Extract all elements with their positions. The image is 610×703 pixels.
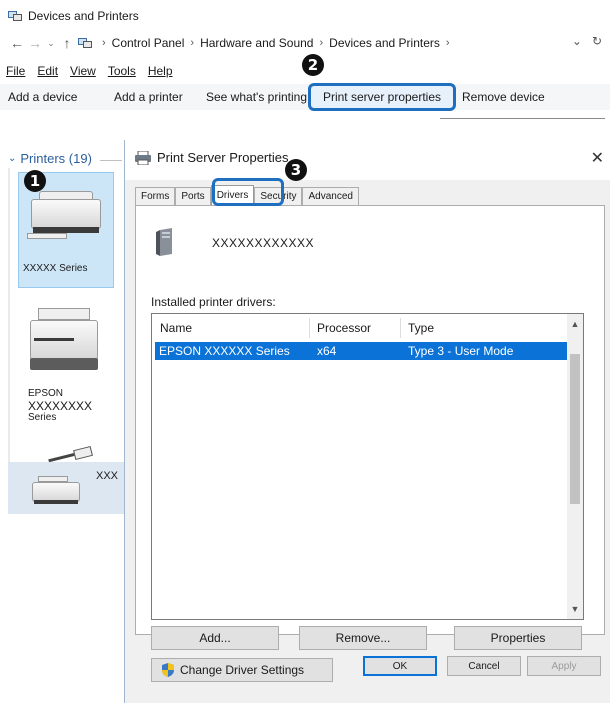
printer-tile-label: EPSON XXXXXXXX Series	[28, 388, 92, 424]
tab-ports[interactable]: Ports	[175, 187, 211, 205]
address-actions: ⌄ ↻	[572, 34, 602, 48]
menu-edit[interactable]: Edit	[37, 64, 58, 80]
apply-button[interactable]: Apply	[527, 656, 601, 676]
scrollbar-thumb[interactable]	[570, 354, 580, 504]
forward-arrow-icon[interactable]: →	[26, 35, 44, 51]
printer-tile[interactable]: XXX	[8, 462, 124, 514]
up-arrow-icon[interactable]: ↑	[58, 35, 76, 51]
scroll-up-icon[interactable]: ▲	[567, 316, 583, 332]
recent-locations-chevron-icon[interactable]: ⌄	[44, 38, 58, 49]
remove-driver-button[interactable]: Remove...	[299, 626, 427, 650]
printers-group-label: Printers (19)	[20, 151, 92, 166]
print-server-properties-button[interactable]: Print server properties	[308, 83, 456, 111]
column-header-processor[interactable]: Processor	[317, 321, 371, 335]
printer-body	[32, 482, 80, 502]
printer-tile-label-line: Series	[28, 412, 57, 423]
add-device-button[interactable]: Add a device	[8, 90, 77, 104]
step-3-badge: 3	[285, 159, 307, 181]
menu-edit-label: Edit	[37, 64, 59, 78]
printers-group-header[interactable]: ⌄ Printers (19)	[8, 151, 92, 166]
breadcrumb-hardware-sound[interactable]: Hardware and Sound	[200, 36, 313, 50]
window-title-bar: Devices and Printers	[8, 8, 139, 24]
server-name: XXXXXXXXXXXX	[212, 236, 315, 250]
refresh-icon[interactable]: ↻	[592, 34, 602, 48]
location-icon	[78, 37, 92, 49]
driver-type-cell: Type 3 - User Mode	[408, 344, 514, 358]
back-arrow-icon[interactable]: ←	[8, 35, 26, 51]
driver-properties-button[interactable]: Properties	[454, 626, 582, 650]
printer-body	[31, 199, 101, 229]
window-title: Devices and Printers	[28, 9, 139, 23]
driver-name-cell: EPSON XXXXXX Series	[159, 344, 290, 358]
printer-icon	[40, 445, 96, 463]
driver-processor-cell: x64	[317, 344, 337, 358]
step-1-badge: 1	[24, 170, 46, 192]
breadcrumb-separator-icon: ›	[102, 37, 106, 49]
column-header-name[interactable]: Name	[160, 321, 192, 335]
menu-help-label: Help	[147, 64, 173, 78]
menu-view[interactable]: View	[70, 64, 96, 80]
menu-file[interactable]: File	[6, 64, 25, 80]
dialog-title: Print Server Properties	[157, 150, 289, 165]
column-divider[interactable]	[400, 318, 401, 338]
breadcrumb-devices-printers[interactable]: Devices and Printers	[329, 36, 440, 50]
address-dropdown-icon[interactable]: ⌄	[572, 34, 582, 48]
printer-tray	[34, 500, 78, 504]
shield-icon	[162, 663, 174, 677]
address-bar: ← → ⌄ ↑ › Control Panel › Hardware and S…	[8, 34, 606, 52]
printer-icon	[135, 150, 151, 165]
printer-paper	[27, 233, 67, 239]
printer-tile-label: XXX	[96, 470, 119, 482]
printer-tile[interactable]: EPSON XXXXXXXX Series	[18, 298, 114, 438]
change-driver-settings-label: Change Driver Settings	[180, 663, 305, 677]
installed-drivers-label: Installed printer drivers:	[151, 295, 276, 309]
drivers-list[interactable]: Name Processor Type EPSON XXXXXX Series …	[151, 313, 584, 620]
divider	[440, 118, 605, 119]
printer-icon	[38, 308, 90, 320]
printer-tile-label-line: XXXXXXXX	[28, 399, 93, 413]
change-driver-settings-button[interactable]: Change Driver Settings	[151, 658, 333, 682]
breadcrumb-separator-icon: ›	[190, 37, 195, 49]
breadcrumb-separator-icon: ›	[445, 37, 450, 49]
printer-tray	[34, 338, 74, 341]
server-icon	[156, 228, 172, 256]
dialog-body: Forms Ports Drivers Security Advanced XX…	[125, 180, 610, 703]
scroll-down-icon[interactable]: ▼	[567, 601, 583, 617]
printer-tile-label: XXXXX Series	[23, 263, 88, 274]
divider	[100, 160, 122, 161]
menu-tools[interactable]: Tools	[108, 64, 136, 80]
column-header-type[interactable]: Type	[408, 321, 434, 335]
drivers-tab-page: XXXXXXXXXXXX Installed printer drivers: …	[135, 205, 605, 682]
tab-advanced[interactable]: Advanced	[302, 187, 359, 205]
dialog-title-bar: Print Server Properties	[135, 150, 289, 165]
printer-base	[30, 358, 98, 370]
devices-printers-icon	[8, 10, 22, 22]
step-2-badge: 2	[302, 54, 324, 76]
ok-button[interactable]: OK	[363, 656, 437, 676]
print-server-properties-dialog: Print Server Properties ✕ Forms Ports Dr…	[124, 140, 610, 703]
tab-forms[interactable]: Forms	[135, 187, 176, 205]
menu-file-label: File	[6, 64, 26, 78]
see-whats-printing-button[interactable]: See what's printing	[206, 90, 307, 104]
close-icon[interactable]: ✕	[591, 148, 604, 168]
breadcrumb-control-panel[interactable]: Control Panel	[112, 36, 185, 50]
remove-device-button[interactable]: Remove device	[462, 90, 545, 104]
cancel-button[interactable]: Cancel	[447, 656, 521, 676]
menu-tools-label: Tools	[107, 64, 136, 78]
menu-help[interactable]: Help	[148, 64, 173, 80]
drivers-tab-highlight	[212, 178, 284, 206]
menu-view-label: View	[70, 64, 96, 78]
chevron-down-icon: ⌄	[8, 153, 17, 164]
command-bar: Add a device Add a printer See what's pr…	[0, 84, 610, 110]
vertical-scrollbar[interactable]: ▲ ▼	[567, 314, 583, 619]
add-driver-button[interactable]: Add...	[151, 626, 279, 650]
menu-bar: File Edit View Tools Help	[6, 64, 173, 80]
column-divider[interactable]	[309, 318, 310, 338]
add-printer-button[interactable]: Add a printer	[114, 90, 183, 104]
table-row-selected[interactable]: EPSON XXXXXX Series x64 Type 3 - User Mo…	[155, 342, 570, 360]
breadcrumb-separator-icon: ›	[319, 37, 324, 49]
